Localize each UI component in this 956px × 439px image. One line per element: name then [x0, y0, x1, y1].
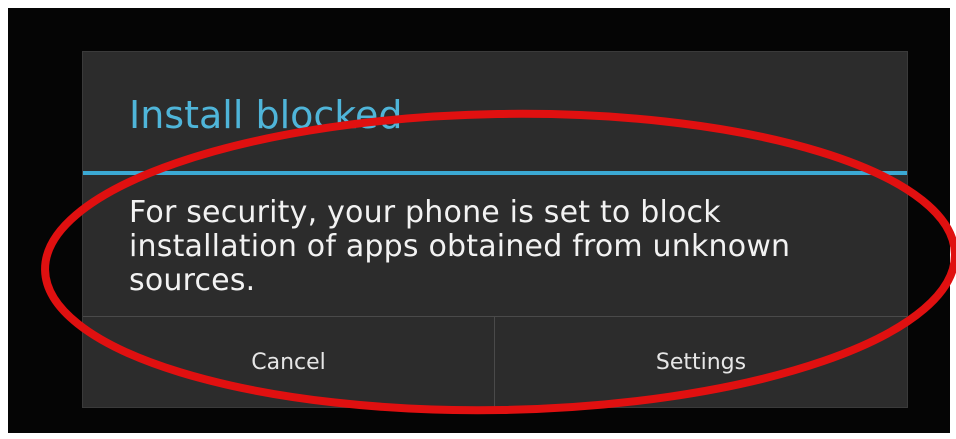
title-divider — [83, 171, 907, 175]
dialog-message: For security, your phone is set to block… — [129, 195, 791, 298]
cancel-button[interactable]: Cancel — [83, 317, 494, 408]
settings-button[interactable]: Settings — [495, 317, 907, 408]
dialog-title: Install blocked — [129, 93, 403, 137]
settings-button-label: Settings — [655, 350, 747, 375]
install-blocked-dialog: Install blocked For security, your phone… — [82, 51, 908, 408]
phone-screen: Install blocked For security, your phone… — [8, 8, 950, 433]
cancel-button-label: Cancel — [251, 350, 326, 375]
dialog-title-area: Install blocked — [83, 52, 907, 171]
